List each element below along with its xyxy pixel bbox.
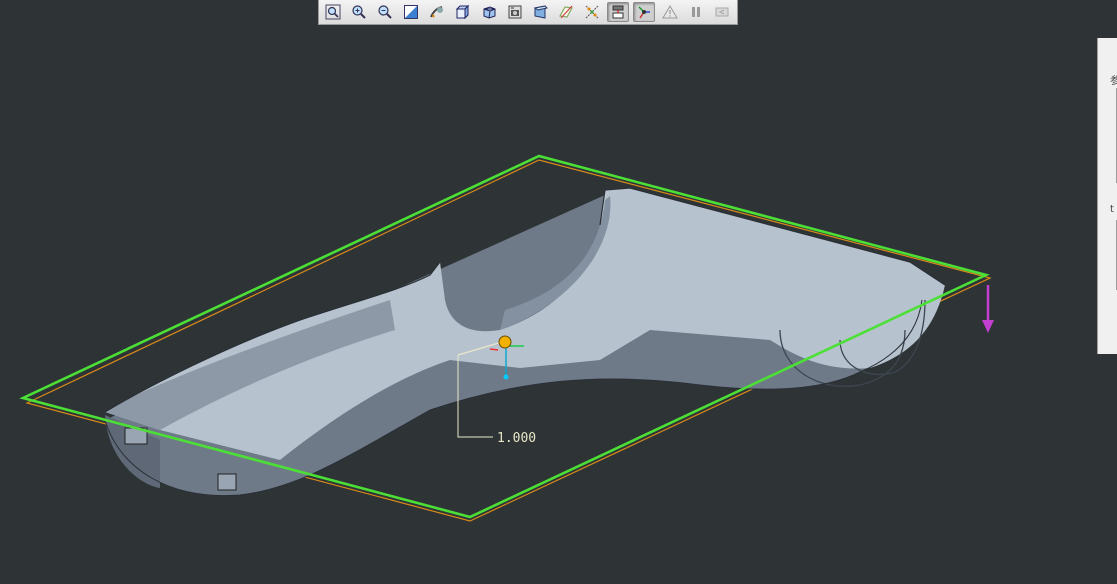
display-style-icon	[483, 6, 496, 19]
saved-views-button[interactable]	[452, 2, 474, 22]
repaint-button[interactable]	[400, 2, 422, 22]
view-manager-button[interactable]	[504, 2, 526, 22]
perspective-button[interactable]	[530, 2, 552, 22]
repaint-icon	[403, 5, 418, 19]
spin-center-button[interactable]	[633, 2, 656, 22]
part-boss	[217, 473, 237, 491]
zoom-in-icon	[352, 5, 366, 19]
zoom-fit-icon	[325, 4, 341, 20]
pause-icon	[692, 7, 701, 17]
zoom-out-button[interactable]	[374, 2, 396, 22]
orient-mode-button[interactable]	[426, 2, 448, 22]
panel-label-top: 参	[1110, 76, 1117, 87]
dashboard-panel[interactable]: 参 t	[1097, 38, 1117, 354]
pause-button[interactable]	[685, 2, 707, 22]
3d-viewport[interactable]: 1.000	[0, 0, 1117, 584]
datum-planes-icon	[559, 5, 574, 19]
regenerate-warning-icon	[662, 5, 679, 19]
view-manager-icon	[508, 5, 522, 19]
perspective-icon	[534, 5, 549, 19]
part-model[interactable]	[104, 187, 946, 497]
zoom-out-icon	[378, 5, 392, 19]
view-toolbar	[318, 0, 738, 25]
display-style-button[interactable]	[478, 2, 500, 22]
saved-views-icon	[455, 4, 469, 20]
annotation-display-button[interactable]	[607, 2, 630, 22]
annotation-display-icon	[612, 5, 624, 19]
panel-label-bottom: t	[1110, 204, 1114, 215]
exit-icon	[715, 7, 729, 17]
zoom-in-button[interactable]	[348, 2, 370, 22]
exit-button[interactable]	[711, 2, 733, 22]
direction-arrow[interactable]	[982, 285, 994, 333]
spin-center-icon	[638, 6, 651, 19]
zoom-fit-button[interactable]	[322, 2, 344, 22]
datum-planes-button[interactable]	[555, 2, 577, 22]
dimension-value[interactable]: 1.000	[497, 431, 536, 446]
drag-handle[interactable]	[498, 335, 512, 349]
regenerate-warning-button[interactable]	[659, 2, 681, 22]
datum-points-button[interactable]	[581, 2, 603, 22]
orient-mode-icon	[429, 6, 443, 18]
part-cavity-surface	[105, 188, 945, 460]
datum-points-icon	[585, 5, 599, 19]
